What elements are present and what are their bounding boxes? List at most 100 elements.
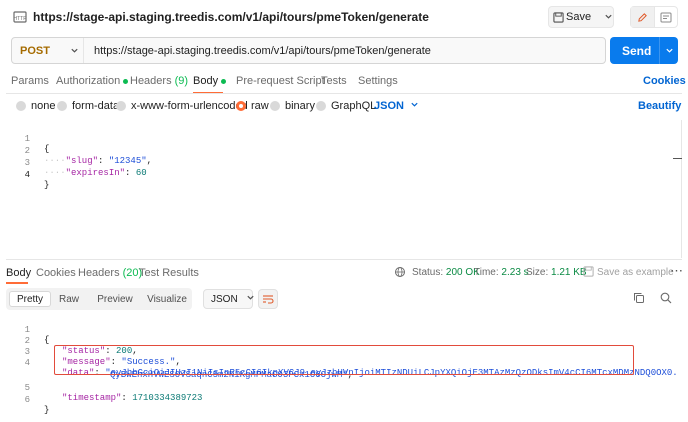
tab-tests[interactable]: Tests [321, 75, 347, 87]
radio-raw-label: raw [251, 100, 269, 112]
code-text: { [44, 335, 50, 345]
body-type-options: none form-data x-www-form-urlencoded raw… [0, 96, 688, 114]
radio-graphql[interactable]: GraphQL [316, 100, 376, 112]
time-value[interactable]: 2.23 s [501, 267, 528, 278]
view-raw-button[interactable]: Raw [54, 291, 84, 307]
response-format-label: JSON [211, 293, 238, 305]
save-label: Save [566, 11, 592, 23]
tab-response-body[interactable]: Body [6, 267, 31, 279]
code-text: { [44, 144, 50, 154]
chevron-down-icon [410, 100, 419, 112]
globe-icon[interactable] [394, 266, 406, 281]
tab-response-headers[interactable]: Headers (20) [78, 267, 142, 279]
view-pretty-button[interactable]: Pretty [9, 291, 51, 307]
tabs-divider [6, 93, 682, 94]
tab-authorization-label: Authorization [56, 75, 121, 87]
more-options-icon[interactable]: ⋯ [670, 263, 683, 279]
code-line: 1 { [6, 124, 50, 154]
tab-settings[interactable]: Settings [358, 75, 398, 87]
chevron-down-icon[interactable] [604, 10, 613, 24]
json-key: "expiresIn" [65, 168, 126, 178]
code-text: } [44, 405, 50, 415]
body-format-label: JSON [374, 100, 404, 112]
code-text: ····"expiresIn": 60 [44, 168, 147, 178]
method-select[interactable]: POST [12, 38, 84, 63]
radio-none-label: none [31, 100, 56, 112]
json-value: "12345" [108, 156, 147, 166]
size-readout: Size: 1.21 KB [526, 267, 587, 278]
send-button[interactable]: Send [610, 37, 678, 64]
radio-graphql-label: GraphQL [331, 100, 377, 112]
radio-binary-label: binary [285, 100, 315, 112]
radio-raw[interactable]: raw [236, 100, 269, 112]
request-header: HTTP https://stage-api.staging.treedis.c… [0, 0, 688, 34]
tab-authorization[interactable]: Authorization [56, 75, 129, 87]
tab-params[interactable]: Params [11, 75, 49, 87]
send-label: Send [622, 43, 652, 58]
radio-form-data[interactable]: form-data [57, 100, 119, 112]
tab-prerequest-script[interactable]: Pre-request Script [236, 75, 325, 87]
chevron-down-icon[interactable] [665, 44, 674, 58]
body-format-select[interactable]: JSON [374, 100, 419, 112]
status-label: Status: [412, 267, 444, 278]
response-toolbar: Pretty Raw Preview Visualize JSON [6, 288, 682, 310]
line-number: 4 [24, 170, 30, 180]
json-value: 1710334389723 [132, 393, 203, 403]
search-icon[interactable] [660, 292, 672, 307]
radio-urlencoded-label: x-www-form-urlencoded [131, 100, 248, 112]
size-label: Size: [526, 267, 549, 278]
url-bar: POST [11, 37, 606, 64]
save-example-icon [583, 266, 594, 280]
radio-circle [270, 101, 280, 111]
request-body-editor[interactable]: 1 { 2 ····"slug": "12345", 3 ····"expire… [6, 124, 682, 258]
method-label: POST [20, 44, 50, 57]
code-line: 3 ····"expiresIn": 60 [6, 148, 147, 178]
response-tabs: Body Cookies Headers (20) Test Results S… [0, 262, 688, 284]
svg-text:HTTP: HTTP [13, 16, 27, 22]
http-request-icon: HTTP [12, 9, 28, 25]
response-format-select[interactable]: JSON [203, 289, 254, 309]
time-readout: Time: 2.23 s [474, 267, 529, 278]
code-line: QyBWEhxHVWES0VSaqnC5m2NiKgMPMaG03PCx1O6O… [6, 360, 353, 380]
save-as-example-button[interactable]: Save as example [597, 267, 674, 278]
tab-test-results[interactable]: Test Results [139, 267, 199, 279]
view-preview-button[interactable]: Preview [93, 291, 137, 307]
pencil-icon[interactable] [631, 7, 655, 27]
code-text: } [44, 180, 50, 190]
radio-circle [316, 101, 326, 111]
beautify-link[interactable]: Beautify [638, 100, 681, 112]
modified-dot-icon [221, 78, 227, 84]
view-visualize-button[interactable]: Visualize [144, 291, 190, 307]
radio-urlencoded[interactable]: x-www-form-urlencoded [116, 100, 248, 112]
view-mode-toggle [630, 6, 678, 28]
request-title[interactable]: https://stage-api.staging.treedis.com/v1… [33, 10, 429, 24]
tab-body[interactable]: Body [193, 75, 227, 87]
code-text: ····"slug": "12345", [44, 156, 153, 166]
code-text: "timestamp": 1710334389723 [62, 393, 203, 403]
time-label: Time: [474, 267, 499, 278]
size-value[interactable]: 1.21 KB [551, 267, 587, 278]
radio-none[interactable]: none [16, 100, 55, 112]
save-button[interactable]: Save [548, 6, 614, 28]
wrap-lines-icon[interactable] [258, 289, 278, 309]
code-line: 2 ····"slug": "12345", [6, 136, 152, 166]
tab-response-cookies[interactable]: Cookies [36, 267, 76, 279]
chevron-down-icon [70, 44, 79, 58]
pane-divider[interactable] [6, 259, 682, 260]
documentation-icon[interactable] [655, 7, 678, 27]
url-input[interactable] [94, 44, 594, 57]
code-line: 4 "data": "eyJhbGciOiJIUzI1NiIsInR5cCI6I… [6, 348, 678, 378]
code-line: 5 "timestamp": 1710334389723 [6, 373, 203, 403]
line-number: 6 [24, 395, 30, 405]
radio-binary[interactable]: binary [270, 100, 315, 112]
tab-response-headers-label: Headers [78, 267, 120, 279]
tab-headers[interactable]: Headers (9) [130, 75, 188, 87]
modified-dot-icon [123, 78, 129, 84]
cookies-link[interactable]: Cookies [643, 75, 686, 87]
radio-circle-selected [236, 101, 246, 111]
copy-icon[interactable] [633, 292, 645, 307]
json-value: 60 [135, 168, 147, 178]
request-tabs: Params Authorization Headers (9) Body Pr… [0, 68, 688, 94]
editor-scrollbar[interactable] [681, 120, 682, 258]
scroll-marker [673, 158, 682, 159]
